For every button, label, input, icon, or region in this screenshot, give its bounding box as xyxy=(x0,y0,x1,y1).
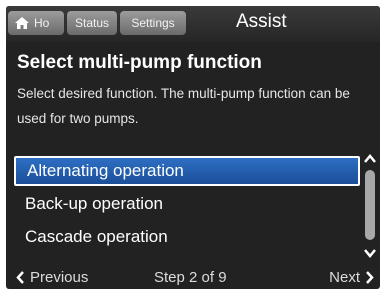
previous-button[interactable]: Previous xyxy=(16,269,88,286)
next-label: Next xyxy=(329,269,360,286)
next-button[interactable]: Next xyxy=(329,269,374,286)
function-list: Alternating operation Back-up operation … xyxy=(14,156,360,255)
home-icon xyxy=(15,17,29,29)
scroll-up-icon[interactable] xyxy=(364,154,376,164)
tab-home-label: Ho xyxy=(34,16,50,30)
option-alternating-operation[interactable]: Alternating operation xyxy=(14,156,360,186)
page-title: Assist xyxy=(236,11,287,32)
tab-home[interactable]: Ho xyxy=(8,11,64,35)
tab-status[interactable]: Status xyxy=(67,11,117,35)
section-heading: Select multi-pump function xyxy=(17,52,262,73)
chevron-left-icon xyxy=(16,271,24,284)
description-text: Select desired function. The multi-pump … xyxy=(17,86,350,126)
tab-status-label: Status xyxy=(74,16,110,30)
step-indicator: Step 2 of 9 xyxy=(154,269,227,286)
screen: Ho Status Settings Assist Select multi-p… xyxy=(6,6,380,289)
previous-label: Previous xyxy=(30,269,89,286)
tab-settings-label: Settings xyxy=(131,16,175,30)
header-bar: Ho Status Settings Assist xyxy=(6,6,380,42)
option-back-up-operation[interactable]: Back-up operation xyxy=(14,189,360,219)
scroll-down-icon[interactable] xyxy=(364,248,376,258)
footer-bar: Previous Step 2 of 9 Next xyxy=(6,269,380,289)
chevron-right-icon xyxy=(366,271,374,284)
tab-settings[interactable]: Settings xyxy=(120,11,186,35)
option-cascade-operation[interactable]: Cascade operation xyxy=(14,222,360,252)
scrollbar[interactable] xyxy=(362,154,378,264)
scroll-thumb[interactable] xyxy=(365,170,375,240)
